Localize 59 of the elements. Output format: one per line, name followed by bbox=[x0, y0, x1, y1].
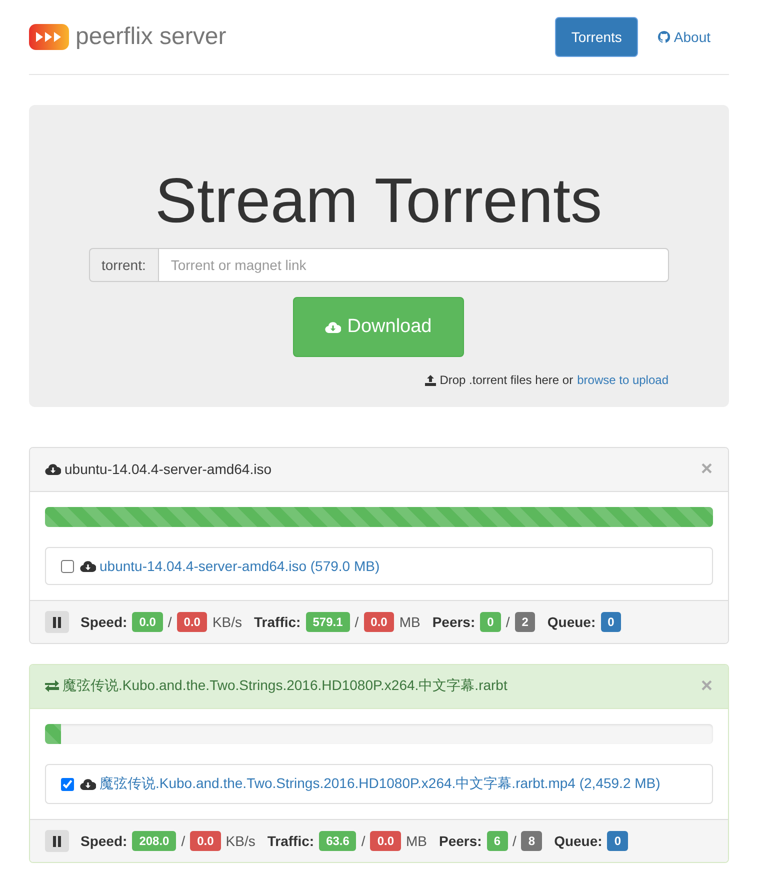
stat-label: Traffic: bbox=[254, 614, 301, 630]
separator: / bbox=[506, 614, 510, 630]
stat-label: Peers: bbox=[439, 833, 482, 850]
stat-badge: 0 bbox=[600, 612, 622, 632]
exchange-icon bbox=[44, 680, 58, 692]
stat-badge: 6 bbox=[486, 831, 508, 852]
stat-badge: 208.0 bbox=[132, 831, 176, 852]
pause-icon bbox=[52, 836, 62, 847]
stat-badge: 8 bbox=[521, 831, 542, 852]
torrent-name: ubuntu-14.04.4-server-amd64.iso bbox=[64, 461, 272, 478]
stat-label: Traffic: bbox=[267, 833, 314, 850]
file-checkbox[interactable] bbox=[60, 560, 74, 573]
nav-tab[interactable]: Torrents bbox=[555, 17, 638, 57]
stat-unit: MB bbox=[406, 833, 427, 850]
input-label: torrent: bbox=[88, 248, 158, 282]
separator: / bbox=[361, 833, 366, 850]
pause-icon bbox=[52, 616, 62, 628]
stat-badge: 0.0 bbox=[364, 612, 394, 632]
brand-name: peerflix server bbox=[76, 23, 226, 51]
stat-unit: KB/s bbox=[226, 833, 256, 850]
stat-badge: 0.0 bbox=[132, 612, 163, 632]
logo-icon bbox=[28, 24, 68, 50]
stat-badge: 2 bbox=[514, 612, 536, 632]
cloud-download-icon bbox=[80, 778, 96, 791]
stat-label: Speed: bbox=[80, 833, 128, 850]
cloud-download-icon bbox=[44, 462, 60, 476]
file-link[interactable]: ubuntu-14.04.4-server-amd64.iso (579.0 MB) bbox=[100, 558, 380, 574]
stat-badge: 0.0 bbox=[370, 831, 401, 852]
stat-label: Queue: bbox=[554, 833, 602, 850]
separator: / bbox=[168, 614, 172, 630]
github-icon bbox=[658, 31, 670, 43]
stat-label: Queue: bbox=[547, 614, 596, 630]
pause-button[interactable] bbox=[44, 611, 68, 634]
separator: / bbox=[354, 614, 359, 630]
browse-link[interactable]: browse to upload bbox=[577, 373, 668, 388]
stat-badge: 579.1 bbox=[306, 612, 350, 632]
torrent-name: 魔弦传说.Kubo.and.the.Two.Strings.2016.HD1080P.x264.中文字幕.rarbt bbox=[62, 677, 508, 696]
stat-badge: 63.6 bbox=[319, 831, 356, 852]
download-button[interactable]: Download bbox=[293, 297, 464, 358]
file-checkbox[interactable] bbox=[60, 778, 74, 791]
stat-unit: MB bbox=[399, 614, 420, 630]
torrent-input[interactable]: Torrent or magnet link bbox=[158, 248, 668, 282]
stat-badge: 0 bbox=[480, 612, 501, 632]
file-link[interactable]: 魔弦传说.Kubo.and.the.Two.Strings.2016.HD1080P.x264.中文字幕.rarbt.mp4 (2,459.2 MB) bbox=[100, 775, 660, 794]
separator: / bbox=[512, 833, 516, 850]
separator: / bbox=[181, 833, 186, 850]
drop-text: Drop .torrent files here or bbox=[440, 373, 574, 388]
stat-label: Peers: bbox=[432, 614, 476, 630]
pause-button[interactable] bbox=[44, 830, 68, 852]
cloud-download-icon bbox=[80, 560, 96, 573]
stat-unit: KB/s bbox=[212, 614, 242, 630]
cloud-download-icon bbox=[325, 320, 342, 334]
stat-badge: 0.0 bbox=[176, 612, 208, 632]
nav-tab[interactable]: About bbox=[642, 17, 726, 57]
stat-label: Speed: bbox=[80, 614, 128, 630]
upload-icon bbox=[424, 374, 436, 386]
stat-badge: 0 bbox=[607, 831, 628, 852]
hero-title: Stream Torrents bbox=[155, 167, 602, 236]
stat-badge: 0.0 bbox=[190, 831, 221, 852]
